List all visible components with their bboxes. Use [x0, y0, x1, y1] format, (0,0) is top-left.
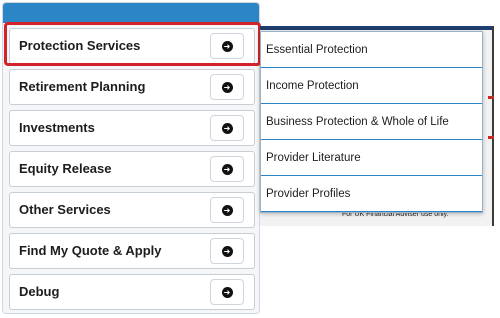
arrow-button[interactable]: ➜ [210, 238, 244, 264]
protection-submenu: Essential Protection Income Protection B… [260, 31, 483, 213]
menu-item-label: Retirement Planning [19, 79, 146, 94]
arrow-button[interactable]: ➜ [210, 115, 244, 141]
menu-item-label: Protection Services [19, 38, 141, 53]
menu-item-debug[interactable]: Debug ➜ [9, 274, 255, 310]
background-accent-bar [260, 26, 492, 30]
arrow-right-circle-icon: ➜ [221, 163, 233, 175]
menu-item-find-my-quote-apply[interactable]: Find My Quote & Apply ➜ [9, 233, 255, 269]
menu-list: Protection Services ➜ Retirement Plannin… [9, 28, 255, 313]
submenu-item-business-protection[interactable]: Business Protection & Whole of Life [261, 104, 482, 140]
arrow-button[interactable]: ➜ [210, 156, 244, 182]
submenu-item-provider-profiles[interactable]: Provider Profiles [261, 176, 482, 212]
submenu-item-provider-literature[interactable]: Provider Literature [261, 140, 482, 176]
menu-item-label: Other Services [19, 202, 111, 217]
menu-item-label: Find My Quote & Apply [19, 243, 162, 258]
menu-item-retirement-planning[interactable]: Retirement Planning ➜ [9, 69, 255, 105]
arrow-right-circle-icon: ➜ [221, 40, 233, 52]
menu-item-equity-release[interactable]: Equity Release ➜ [9, 151, 255, 187]
arrow-right-circle-icon: ➜ [221, 81, 233, 93]
menu-item-protection-services[interactable]: Protection Services ➜ [9, 28, 255, 64]
menu-item-label: Debug [19, 284, 60, 299]
arrow-right-circle-icon: ➜ [221, 245, 233, 257]
menu-item-label: Equity Release [19, 161, 112, 176]
menu-item-other-services[interactable]: Other Services ➜ [9, 192, 255, 228]
arrow-button[interactable]: ➜ [210, 33, 244, 59]
menu-item-investments[interactable]: Investments ➜ [9, 110, 255, 146]
menu-header-bar [3, 3, 259, 23]
menu-panel: Protection Services ➜ Retirement Plannin… [2, 2, 260, 314]
menu-item-label: Investments [19, 120, 95, 135]
submenu-item-income-protection[interactable]: Income Protection [261, 68, 482, 104]
arrow-button[interactable]: ➜ [210, 279, 244, 305]
submenu-item-essential-protection[interactable]: Essential Protection [261, 32, 482, 68]
arrow-right-circle-icon: ➜ [221, 204, 233, 216]
arrow-button[interactable]: ➜ [210, 74, 244, 100]
arrow-right-circle-icon: ➜ [221, 286, 233, 298]
arrow-button[interactable]: ➜ [210, 197, 244, 223]
background-red-mark [488, 96, 494, 99]
background-red-mark [488, 136, 494, 139]
arrow-right-circle-icon: ➜ [221, 122, 233, 134]
